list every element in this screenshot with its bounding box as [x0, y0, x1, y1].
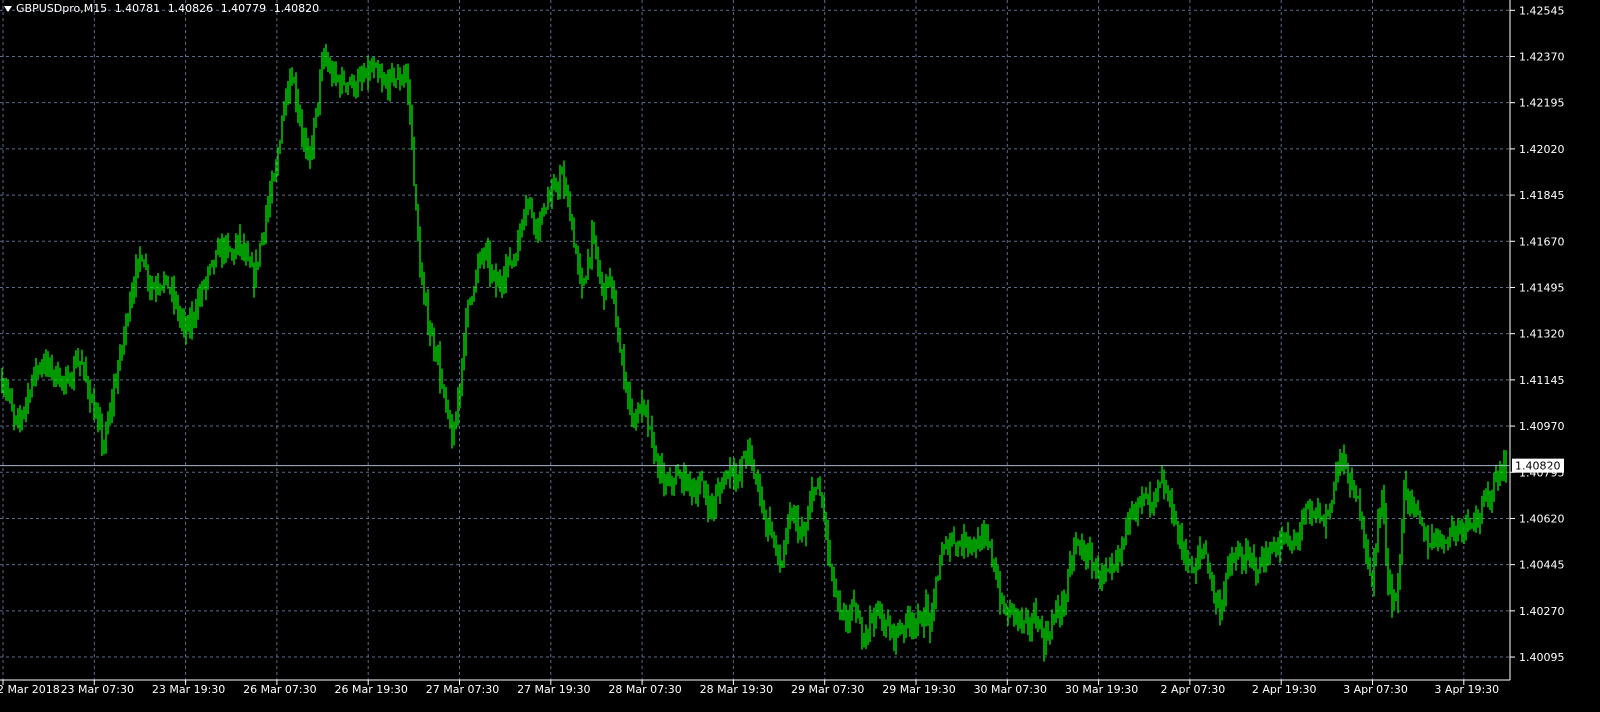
x-tick-label: 26 Mar 07:30 [243, 683, 316, 696]
x-tick-label: 28 Mar 07:30 [608, 683, 681, 696]
y-tick-label: 1.42195 [1519, 97, 1565, 110]
low-value: 1.40779 [220, 2, 267, 15]
x-tick-label: 29 Mar 19:30 [882, 683, 955, 696]
grid-lines [0, 0, 1510, 680]
x-tick-label: 2 Apr 19:30 [1252, 683, 1317, 696]
y-tick-label: 1.40095 [1519, 651, 1565, 664]
x-tick-label: 30 Mar 19:30 [1065, 683, 1138, 696]
x-tick-label: 23 Mar 07:30 [61, 683, 134, 696]
high-value: 1.40826 [167, 2, 214, 15]
x-tick-label: 27 Mar 19:30 [517, 683, 590, 696]
y-tick-label: 1.41670 [1519, 235, 1565, 248]
triangle-down-icon[interactable] [4, 6, 12, 12]
y-tick-label: 1.41845 [1519, 189, 1565, 202]
symbol-label: GBPUSDpro,M15 [16, 2, 108, 15]
x-tick-label: 3 Apr 19:30 [1434, 683, 1499, 696]
y-tick-label: 1.40970 [1519, 420, 1565, 433]
x-tick-label: 30 Mar 07:30 [974, 683, 1047, 696]
y-tick-label: 1.41145 [1519, 374, 1565, 387]
x-tick-label: 3 Apr 07:30 [1343, 683, 1408, 696]
x-tick-label: 27 Mar 07:30 [426, 683, 499, 696]
x-tick-label: 23 Mar 19:30 [152, 683, 225, 696]
x-tick-label: 29 Mar 07:30 [791, 683, 864, 696]
y-tick-label: 1.40270 [1519, 605, 1565, 618]
y-tick-label: 1.41495 [1519, 281, 1565, 294]
y-tick-label: 1.42020 [1519, 143, 1565, 156]
y-tick-label: 1.40795 [1519, 466, 1565, 479]
y-tick-label: 1.42370 [1519, 50, 1565, 63]
open-value: 1.40781 [114, 2, 161, 15]
chart-axes [0, 0, 1511, 681]
x-tick-label: 2 Apr 07:30 [1161, 683, 1226, 696]
x-tick-label: 22 Mar 2018 [0, 683, 60, 696]
time-scale: 22 Mar 201823 Mar 07:30 23 Mar 19:30 26 Ma… [0, 680, 1499, 696]
price-chart: 1.40820 1.42545 1.42370 1.42195 1.42020 1.41… [0, 0, 1565, 696]
y-tick-label: 1.42545 [1519, 4, 1565, 17]
price-scale: 1.42545 1.42370 1.42195 1.42020 1.41845 1.416… [1510, 4, 1565, 664]
y-tick-label: 1.40620 [1519, 512, 1565, 525]
chart-header: GBPUSDpro,M15 1.40781 1.40826 1.40779 1.… [4, 2, 323, 15]
x-tick-label: 28 Mar 19:30 [700, 683, 773, 696]
price-bars [1, 43, 1507, 662]
x-tick-label: 26 Mar 19:30 [334, 683, 407, 696]
current-price-line: 1.40820 [0, 458, 1564, 473]
close-value: 1.40820 [273, 2, 320, 15]
y-tick-label: 1.41320 [1519, 328, 1565, 341]
y-tick-label: 1.40445 [1519, 559, 1565, 572]
